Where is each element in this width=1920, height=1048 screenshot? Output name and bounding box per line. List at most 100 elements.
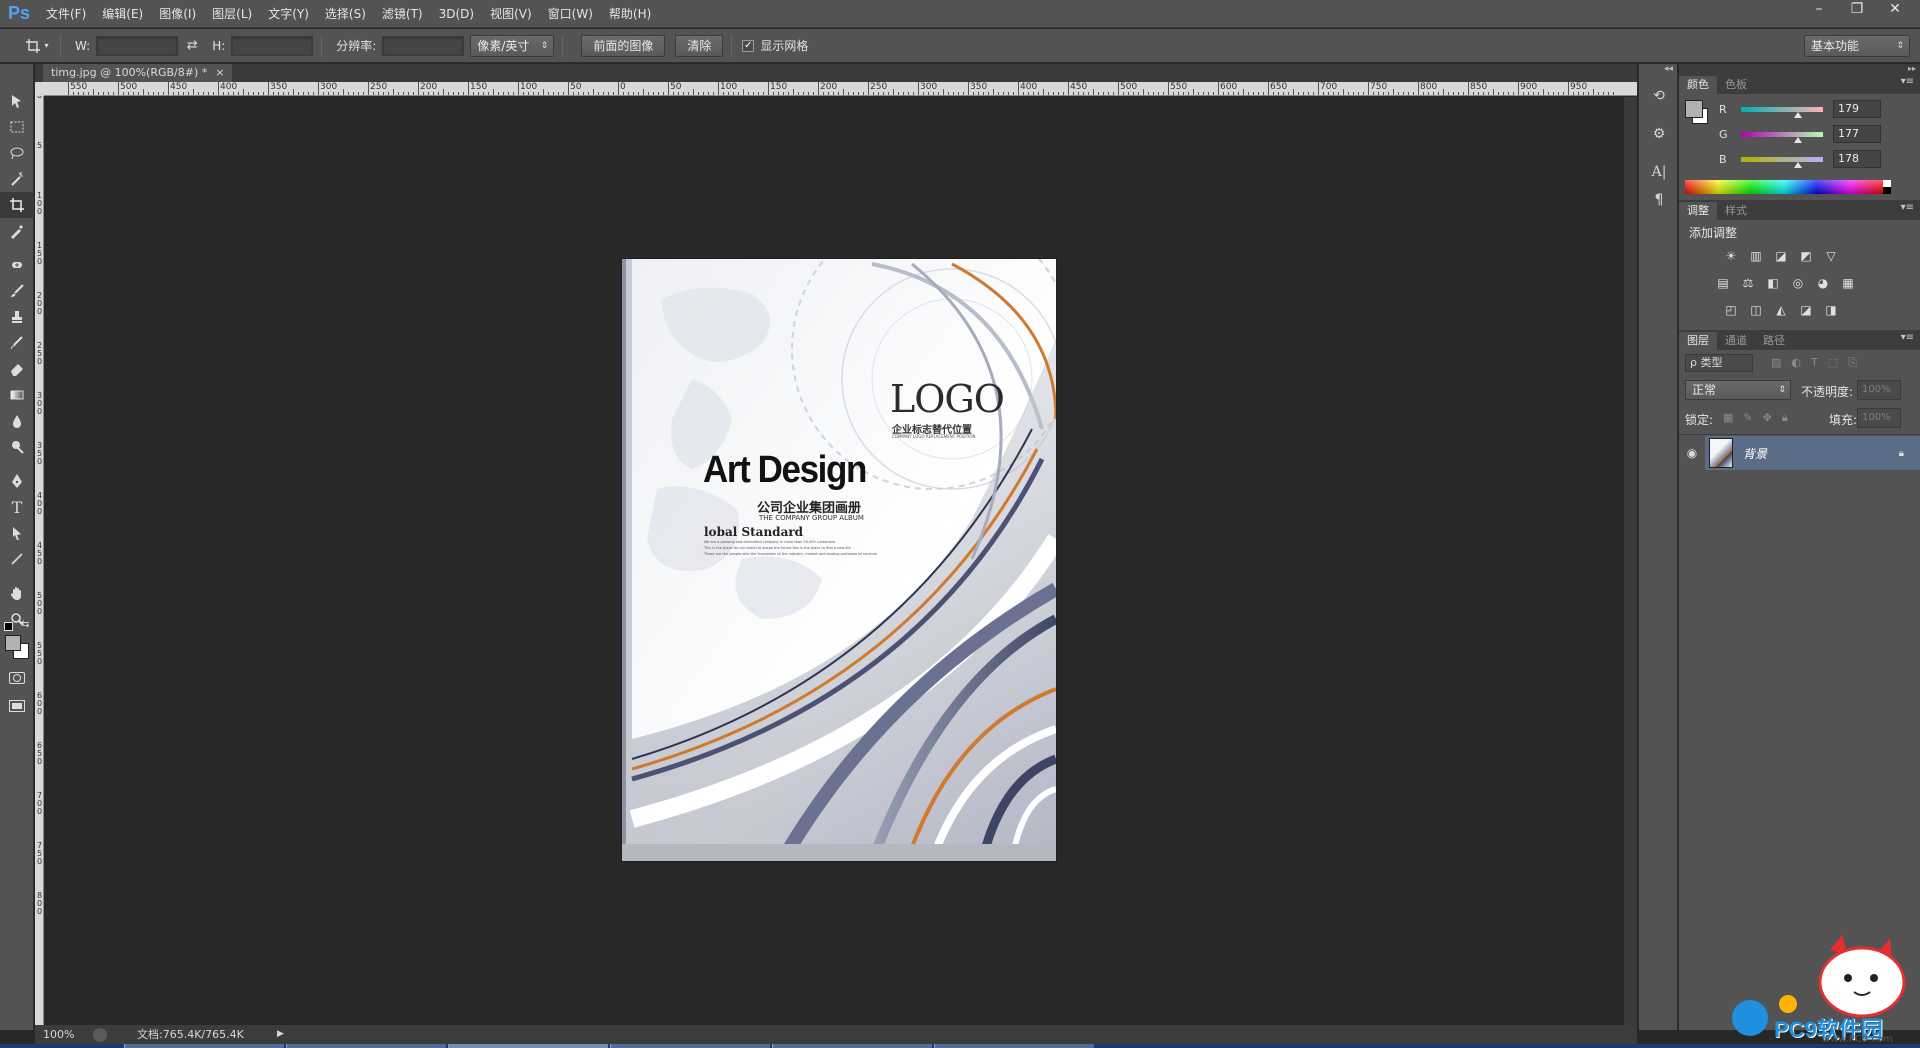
width-input[interactable] xyxy=(96,35,179,56)
status-info-icon[interactable] xyxy=(93,1027,107,1042)
history-brush-tool-icon[interactable] xyxy=(0,330,34,356)
green-value-input[interactable]: 177 xyxy=(1833,125,1881,143)
show-grid-checkbox[interactable]: ✓ xyxy=(742,39,755,52)
filter-pixel-icon[interactable]: ▨ xyxy=(1771,356,1781,370)
status-menu-arrow-icon[interactable]: ▶ xyxy=(277,1025,284,1044)
restore-icon[interactable]: ❐ xyxy=(1838,0,1876,18)
move-tool-icon[interactable] xyxy=(0,88,34,114)
properties-panel-icon[interactable]: ⚙ xyxy=(1639,120,1679,148)
swap-colors-icon[interactable]: ⇆ xyxy=(21,619,29,630)
type-tool-icon[interactable]: T xyxy=(0,494,34,520)
menu-help[interactable]: 帮助(H) xyxy=(601,0,659,28)
red-slider[interactable] xyxy=(1741,106,1823,118)
magic-wand-tool-icon[interactable] xyxy=(0,166,34,192)
document-canvas[interactable]: LOGO 企业标志替代位置 COMPANY LOGO REPLACEMENT P… xyxy=(622,259,1056,861)
panel-menu-icon[interactable]: ▾≡ xyxy=(1901,202,1914,213)
taskbar-item[interactable] xyxy=(934,1044,1094,1048)
color-balance-icon[interactable]: ⚖ xyxy=(1740,275,1756,291)
menu-select[interactable]: 选择(S) xyxy=(317,0,374,28)
swap-dimensions-icon[interactable]: ⇄ xyxy=(178,38,206,53)
workspace-select[interactable]: 基本功能 ⇕ xyxy=(1804,35,1910,57)
tab-adjustments[interactable]: 调整 xyxy=(1679,202,1717,220)
menu-layer[interactable]: 图层(L) xyxy=(204,0,260,28)
filter-shape-icon[interactable]: ⬚ xyxy=(1828,356,1838,370)
levels-icon[interactable]: ▥ xyxy=(1748,248,1764,264)
lock-position-icon[interactable]: ✥ xyxy=(1763,411,1772,425)
hue-saturation-icon[interactable]: ▤ xyxy=(1715,275,1731,291)
opacity-input[interactable]: 100% xyxy=(1857,380,1901,400)
paragraph-panel-icon[interactable]: ¶ xyxy=(1639,186,1679,214)
threshold-icon[interactable]: ◭ xyxy=(1773,302,1789,318)
close-icon[interactable]: ✕ xyxy=(1876,0,1914,18)
taskbar-item[interactable] xyxy=(610,1044,770,1048)
eraser-tool-icon[interactable] xyxy=(0,356,34,382)
panel-menu-icon[interactable]: ▾≡ xyxy=(1901,76,1914,87)
zoom-level[interactable]: 100% xyxy=(43,1025,93,1044)
path-selection-tool-icon[interactable] xyxy=(0,520,34,546)
hand-tool-icon[interactable] xyxy=(0,580,34,606)
quick-mask-icon[interactable] xyxy=(9,672,25,684)
layer-visibility-eye-icon[interactable]: ◉ xyxy=(1679,446,1705,460)
healing-brush-tool-icon[interactable] xyxy=(0,252,34,278)
blend-mode-select[interactable]: 正常 ⇕ xyxy=(1685,380,1791,400)
horizontal-ruler[interactable]: 550 500 450 400 350 300 250 200 150 100 50 0 50 100 15… xyxy=(44,82,1637,96)
tab-color[interactable]: 颜色 xyxy=(1679,76,1717,94)
menu-3d[interactable]: 3D(D) xyxy=(431,0,482,28)
menu-view[interactable]: 视图(V) xyxy=(482,0,540,28)
green-slider-thumb[interactable] xyxy=(1793,136,1802,143)
blue-value-input[interactable]: 178 xyxy=(1833,150,1881,168)
character-panel-icon[interactable]: A| xyxy=(1639,158,1679,186)
taskbar-item[interactable] xyxy=(286,1044,446,1048)
gradient-tool-icon[interactable] xyxy=(0,382,34,408)
channel-mixer-icon[interactable]: ◕ xyxy=(1815,275,1831,291)
clear-button[interactable]: 清除 xyxy=(675,34,724,57)
blue-slider-thumb[interactable] xyxy=(1794,161,1803,168)
vertical-ruler[interactable]: 0 5 1 0 0 1 5 0 2 0 0 2 5 0 3 0 0 3 5 0 4 0 0 4 5… xyxy=(35,96,44,1026)
front-image-button[interactable]: 前面的图像 xyxy=(581,34,666,57)
green-slider[interactable] xyxy=(1741,131,1823,143)
history-panel-icon[interactable]: ⟲ xyxy=(1639,82,1679,110)
eyedropper-tool-icon[interactable] xyxy=(0,218,34,244)
lasso-tool-icon[interactable] xyxy=(0,140,34,166)
foreground-color-swatch[interactable] xyxy=(5,635,21,651)
posterize-icon[interactable]: ◫ xyxy=(1748,302,1764,318)
minimize-icon[interactable]: – xyxy=(1800,0,1838,18)
lock-pixels-icon[interactable]: ✎ xyxy=(1743,411,1752,425)
layer-filter-select[interactable]: ρ 类型 xyxy=(1685,354,1753,372)
pen-tool-icon[interactable] xyxy=(0,468,34,494)
fill-input[interactable]: 100% xyxy=(1857,408,1901,428)
panel-menu-icon[interactable]: ▾≡ xyxy=(1901,332,1914,343)
selective-color-icon[interactable]: ◪ xyxy=(1798,302,1814,318)
filter-smart-icon[interactable]: ⎘ xyxy=(1848,356,1857,370)
menu-type[interactable]: 文字(Y) xyxy=(260,0,317,28)
spectrum-bw-swatch[interactable] xyxy=(1883,180,1891,194)
brightness-contrast-icon[interactable]: ☀ xyxy=(1723,248,1739,264)
menu-image[interactable]: 图像(I) xyxy=(151,0,204,28)
panel-fg-color-swatch[interactable] xyxy=(1685,100,1703,118)
vibrance-icon[interactable]: ▽ xyxy=(1823,248,1839,264)
filter-type-icon[interactable]: T xyxy=(1811,356,1818,370)
blur-tool-icon[interactable] xyxy=(0,408,34,434)
clone-stamp-tool-icon[interactable] xyxy=(0,304,34,330)
tab-channels[interactable]: 通道 xyxy=(1717,332,1755,350)
photo-filter-icon[interactable]: ◎ xyxy=(1790,275,1806,291)
collapse-dock-icon[interactable]: ◂◂ xyxy=(1639,64,1677,82)
taskbar-item[interactable] xyxy=(772,1044,932,1048)
crop-tool-preset-icon[interactable]: ▾ xyxy=(22,35,52,57)
layer-row-background[interactable]: ◉ 背景 🔒︎ xyxy=(1679,436,1920,470)
ruler-corner[interactable] xyxy=(35,82,44,96)
blue-slider[interactable] xyxy=(1741,156,1823,168)
close-tab-icon[interactable]: × xyxy=(215,64,224,82)
taskbar-item[interactable] xyxy=(448,1044,608,1048)
invert-icon[interactable]: ◰ xyxy=(1723,302,1739,318)
filter-adjustment-icon[interactable]: ◐ xyxy=(1791,356,1801,370)
gradient-map-icon[interactable]: ◨ xyxy=(1823,302,1839,318)
menu-file[interactable]: 文件(F) xyxy=(38,0,94,28)
exposure-icon[interactable]: ◩ xyxy=(1798,248,1814,264)
taskbar-item[interactable] xyxy=(124,1044,284,1048)
document-tab[interactable]: timg.jpg @ 100%(RGB/8#) * × xyxy=(43,64,233,82)
color-spectrum-bar[interactable] xyxy=(1685,180,1883,194)
red-slider-thumb[interactable] xyxy=(1794,111,1803,118)
crop-tool-icon[interactable] xyxy=(0,192,34,218)
menu-window[interactable]: 窗口(W) xyxy=(540,0,601,28)
